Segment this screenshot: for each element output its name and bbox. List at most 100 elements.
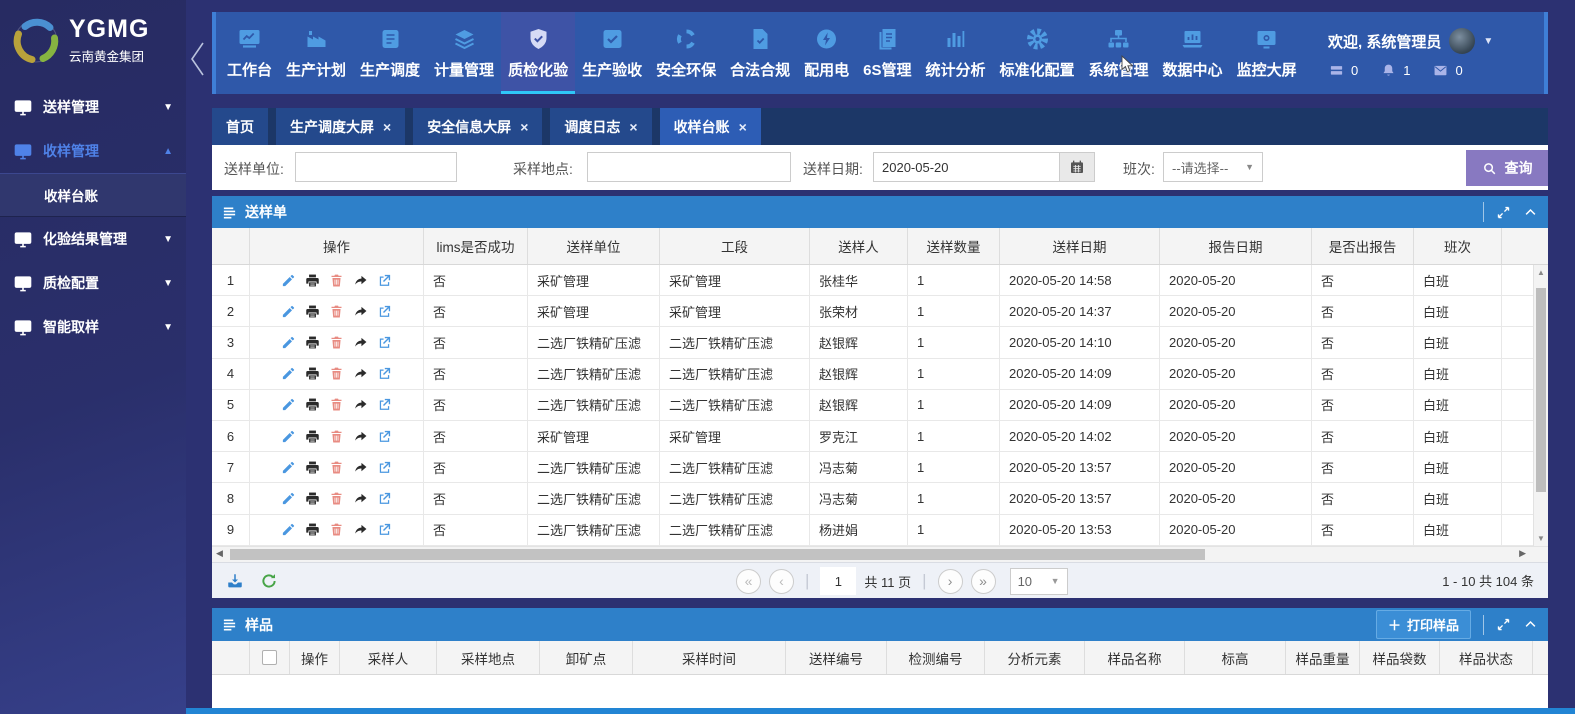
- external-link-icon[interactable]: [377, 335, 392, 350]
- share-icon[interactable]: [353, 273, 368, 288]
- nav-item-checkbox[interactable]: 生产验收: [575, 12, 649, 94]
- next-page-button[interactable]: ›: [938, 569, 963, 594]
- nav-item-sitemap[interactable]: 系统管理: [1082, 12, 1156, 94]
- shift-select[interactable]: --请选择-- ▼: [1163, 152, 1263, 182]
- table-row[interactable]: 3否二选厂铁精矿压滤二选厂铁精矿压滤赵银辉12020-05-20 14:1020…: [212, 327, 1533, 358]
- select-all-checkbox[interactable]: [262, 650, 277, 665]
- share-icon[interactable]: [353, 335, 368, 350]
- share-icon[interactable]: [353, 491, 368, 506]
- scroll-down-icon[interactable]: ▼: [1534, 534, 1548, 543]
- close-icon[interactable]: ×: [520, 120, 528, 134]
- pencil-icon[interactable]: [281, 429, 296, 444]
- trash-icon[interactable]: [329, 304, 344, 319]
- pencil-icon[interactable]: [281, 397, 296, 412]
- close-icon[interactable]: ×: [629, 120, 637, 134]
- trash-icon[interactable]: [329, 273, 344, 288]
- table-row[interactable]: 4否二选厂铁精矿压滤二选厂铁精矿压滤赵银辉12020-05-20 14:0920…: [212, 359, 1533, 390]
- date-input[interactable]: [873, 152, 1060, 182]
- trash-icon[interactable]: [329, 460, 344, 475]
- tab-1[interactable]: 生产调度大屏×: [276, 108, 405, 145]
- printer-icon[interactable]: [305, 335, 320, 350]
- expand-icon[interactable]: [1496, 617, 1511, 632]
- collapse-panel-icon[interactable]: [1523, 617, 1538, 632]
- printer-icon[interactable]: [305, 366, 320, 381]
- table-row[interactable]: 7否二选厂铁精矿压滤二选厂铁精矿压滤冯志菊12020-05-20 13:5720…: [212, 452, 1533, 483]
- external-link-icon[interactable]: [377, 429, 392, 444]
- nav-item-layers[interactable]: 计量管理: [427, 12, 501, 94]
- pencil-icon[interactable]: [281, 304, 296, 319]
- server-badge[interactable]: 0: [1328, 63, 1358, 78]
- tab-3[interactable]: 调度日志×: [550, 108, 651, 145]
- tab-4[interactable]: 收样台账×: [660, 108, 761, 145]
- scroll-up-icon[interactable]: ▲: [1534, 268, 1548, 277]
- trash-icon[interactable]: [329, 335, 344, 350]
- expand-icon[interactable]: [1496, 205, 1511, 220]
- prev-page-button[interactable]: ‹: [769, 569, 794, 594]
- share-icon[interactable]: [353, 304, 368, 319]
- tab-2[interactable]: 安全信息大屏×: [413, 108, 542, 145]
- trash-icon[interactable]: [329, 491, 344, 506]
- user-menu-caret-icon[interactable]: ▼: [1483, 36, 1493, 47]
- trash-icon[interactable]: [329, 366, 344, 381]
- pencil-icon[interactable]: [281, 522, 296, 537]
- external-link-icon[interactable]: [377, 366, 392, 381]
- nav-item-bar-chart[interactable]: 统计分析: [919, 12, 993, 94]
- scroll-right-icon[interactable]: ▶: [1519, 548, 1526, 559]
- share-icon[interactable]: [353, 366, 368, 381]
- printer-icon[interactable]: [305, 522, 320, 537]
- sidebar-item-1[interactable]: 收样管理▲: [0, 129, 186, 173]
- trash-icon[interactable]: [329, 397, 344, 412]
- table-row[interactable]: 5否二选厂铁精矿压滤二选厂铁精矿压滤赵银辉12020-05-20 14:0920…: [212, 390, 1533, 421]
- sidebar-item-2[interactable]: 化验结果管理▼: [0, 217, 186, 261]
- external-link-icon[interactable]: [377, 273, 392, 288]
- collapse-panel-icon[interactable]: [1523, 205, 1538, 220]
- search-button[interactable]: 查询: [1466, 150, 1548, 186]
- sidebar-subitem-active[interactable]: 收样台账: [0, 173, 186, 217]
- mail-badge[interactable]: 0: [1432, 63, 1462, 78]
- horizontal-scrollbar-thumb[interactable]: [230, 549, 1205, 560]
- external-link-icon[interactable]: [377, 460, 392, 475]
- printer-icon[interactable]: [305, 273, 320, 288]
- sidebar-item-0[interactable]: 送样管理▼: [0, 85, 186, 129]
- nav-item-gear[interactable]: 标准化配置: [993, 12, 1082, 94]
- share-icon[interactable]: [353, 397, 368, 412]
- nav-item-data-center[interactable]: 数据中心: [1156, 12, 1230, 94]
- printer-icon[interactable]: [305, 304, 320, 319]
- pencil-icon[interactable]: [281, 273, 296, 288]
- page-size-select[interactable]: 10 ▼: [1010, 568, 1068, 595]
- nav-item-factory[interactable]: 生产计划: [279, 12, 353, 94]
- nav-item-screen[interactable]: 监控大屏: [1230, 12, 1304, 94]
- pencil-icon[interactable]: [281, 366, 296, 381]
- table-row[interactable]: 8否二选厂铁精矿压滤二选厂铁精矿压滤冯志菊12020-05-20 13:5720…: [212, 483, 1533, 514]
- external-link-icon[interactable]: [377, 397, 392, 412]
- refresh-icon[interactable]: [260, 572, 278, 590]
- nav-item-bolt-circle[interactable]: 配用电: [797, 12, 856, 94]
- scroll-left-icon[interactable]: ◀: [216, 548, 223, 559]
- bell-badge[interactable]: 1: [1380, 63, 1410, 78]
- external-link-icon[interactable]: [377, 491, 392, 506]
- external-link-icon[interactable]: [377, 304, 392, 319]
- last-page-button[interactable]: »: [971, 569, 996, 594]
- printer-icon[interactable]: [305, 397, 320, 412]
- calendar-icon[interactable]: [1060, 152, 1095, 182]
- nav-item-workbench[interactable]: 工作台: [220, 12, 279, 94]
- table-row[interactable]: 9否二选厂铁精矿压滤二选厂铁精矿压滤杨进娟12020-05-20 13:5320…: [212, 515, 1533, 546]
- vertical-scrollbar-thumb[interactable]: [1536, 288, 1546, 492]
- nav-item-doc-lines[interactable]: 生产调度: [353, 12, 427, 94]
- sidebar-item-4[interactable]: 智能取样▼: [0, 305, 186, 349]
- pencil-icon[interactable]: [281, 460, 296, 475]
- sidebar-item-3[interactable]: 质检配置▼: [0, 261, 186, 305]
- share-icon[interactable]: [353, 460, 368, 475]
- nav-item-recycle[interactable]: 安全环保: [649, 12, 723, 94]
- table-row[interactable]: 2否采矿管理采矿管理张荣材12020-05-20 14:372020-05-20…: [212, 296, 1533, 327]
- trash-icon[interactable]: [329, 522, 344, 537]
- trash-icon[interactable]: [329, 429, 344, 444]
- nav-item-doc-check[interactable]: 合法合规: [723, 12, 797, 94]
- download-icon[interactable]: [226, 572, 244, 590]
- share-icon[interactable]: [353, 522, 368, 537]
- pencil-icon[interactable]: [281, 335, 296, 350]
- table-row[interactable]: 1否采矿管理采矿管理张桂华12020-05-20 14:582020-05-20…: [212, 265, 1533, 296]
- share-icon[interactable]: [353, 429, 368, 444]
- table-row[interactable]: 6否采矿管理采矿管理罗克江12020-05-20 14:022020-05-20…: [212, 421, 1533, 452]
- printer-icon[interactable]: [305, 429, 320, 444]
